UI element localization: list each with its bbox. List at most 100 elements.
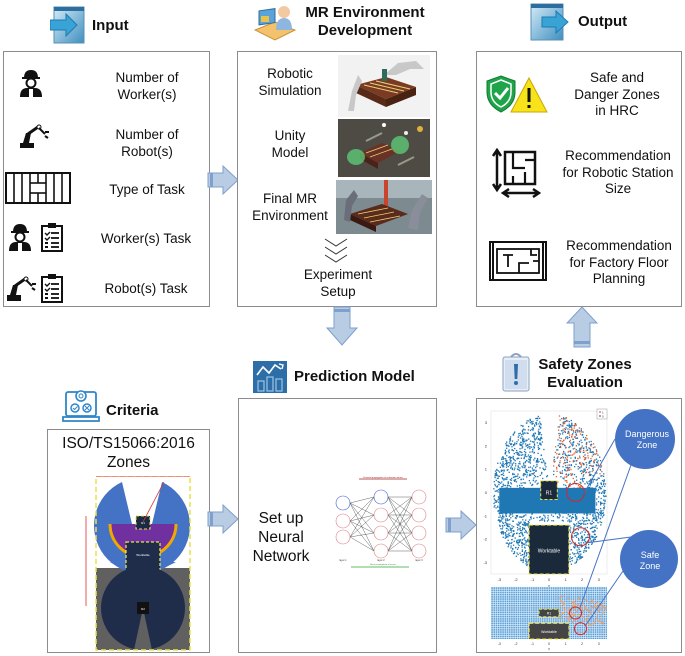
- mr-title-line1: MR Environment: [305, 4, 425, 21]
- nn-connection: [349, 514, 375, 522]
- input-item-workers-line2: Worker(s): [117, 86, 177, 102]
- output-item-0-line3: in HRC: [595, 103, 639, 118]
- forward-propagation-label: Forward propagation of activation values: [363, 476, 403, 479]
- prediction-label-line1: Set up: [258, 510, 304, 527]
- plot1-xtick: -3: [498, 577, 502, 582]
- nn-node: [411, 489, 427, 505]
- plot2-xtick: -3: [498, 642, 501, 646]
- mr-environment-panel: Robotic Simulation Unity Model Final MR …: [237, 51, 437, 307]
- dangerous-zone-line1: Dangerous: [624, 429, 670, 439]
- input-item-task-type: Type of Task: [109, 182, 185, 197]
- unity-model-image: [338, 119, 430, 177]
- mr-item-2-line2: Environment: [252, 207, 328, 223]
- output-item-1-line1: Recommendation: [565, 148, 671, 163]
- robotic-simulation-image: [338, 55, 430, 117]
- nn-layer3-label: layer 3: [415, 559, 423, 562]
- arrow-right-icon: [207, 504, 239, 534]
- nn-node: [411, 525, 427, 541]
- evaluation-title-line2: Evaluation: [547, 374, 623, 391]
- laptop-gear-icon: [62, 386, 100, 424]
- criteria-heading-line1: ISO/TS15066:2016: [62, 435, 195, 452]
- plot2-robot-label: R1: [547, 612, 552, 616]
- iso-zones-diagram: Worktable R1 R2: [66, 476, 196, 651]
- nn-node: [373, 507, 389, 523]
- plot1-ytick: -2: [483, 537, 487, 542]
- worktable-label: Worktable: [136, 553, 150, 557]
- mr-environment-title: MR Environment Development: [300, 4, 430, 40]
- input-item-robots-line1: Number of: [115, 127, 179, 142]
- plot2-xtick: 0: [548, 642, 550, 646]
- criteria-heading: ISO/TS15066:2016 Zones: [48, 434, 209, 472]
- clipboard-alert-icon: [501, 351, 531, 393]
- mr-experiment-setup: Experiment Setup: [278, 267, 398, 300]
- input-item-robot-task: Robot(s) Task: [104, 281, 188, 296]
- station-size-icon: [491, 148, 541, 198]
- output-item-zones: Safe and Danger Zones in HRC: [557, 70, 677, 120]
- plot2-worktable-label: Worktable: [541, 630, 557, 634]
- output-title: Output: [578, 13, 628, 30]
- r2-label: R2: [141, 607, 145, 611]
- r1-label: R1: [141, 521, 145, 525]
- prediction-label: Set up Neural Network: [241, 509, 321, 566]
- nn-connection: [349, 496, 375, 504]
- nn-node: [411, 507, 427, 523]
- shield-warning-icon: [483, 74, 549, 114]
- nn-connection: [349, 496, 375, 522]
- plot1-ytick: 0: [485, 490, 488, 495]
- arrow-right-icon: [207, 165, 239, 195]
- plot1-ytick: -1: [483, 513, 487, 518]
- input-panel: Number of Worker(s) Number of Robot(s) T…: [3, 51, 210, 307]
- evaluation-title-line1: Safety Zones: [538, 356, 632, 373]
- output-item-2-line1: Recommendation: [566, 238, 672, 253]
- plot1-legend-marker: [599, 411, 601, 413]
- mr-item-2-line1: Final MR: [262, 191, 317, 206]
- nn-connection: [349, 496, 375, 538]
- output-arrow-icon: [530, 3, 574, 41]
- arrow-up-icon: [566, 306, 598, 348]
- input-item-workers-line1: Number of: [115, 70, 179, 85]
- dangerous-zone-label: Dangerous Zone: [619, 429, 675, 451]
- output-item-1-line3: Size: [604, 181, 632, 196]
- plot1-worktable-label: Worktable: [538, 549, 561, 555]
- chevrons-down-icon: [322, 237, 350, 265]
- plot2-xtick: 1: [565, 642, 567, 646]
- mr-title-line2: Development: [317, 22, 413, 39]
- output-item-station-size: Recommendation for Robotic Station Size: [555, 148, 681, 198]
- mr-item-robotic-simulation: Robotic Simulation: [242, 66, 338, 99]
- plot1-xtick: 0: [548, 577, 551, 582]
- evaluation-panel: R1 Worktable -3 -2 -1 0 1 2 3 3 2 1 0 -1 -2 -3 x 1 0 R1 Work…: [476, 398, 682, 653]
- developer-computer-icon: [251, 4, 297, 42]
- input-item-robots: Number of Robot(s): [92, 127, 202, 160]
- mr-item-1-line2: Model: [271, 144, 309, 160]
- output-item-0-line1: Safe and: [589, 70, 645, 85]
- plot1-xtick: -1: [531, 577, 535, 582]
- plot1-legend-marker: [599, 415, 601, 417]
- plot1-xtick: -2: [514, 577, 518, 582]
- worker-icon: [18, 68, 44, 98]
- neural-network-diagram: Forward propagation of activation values…: [321, 475, 436, 571]
- mr-item-0-line2: Simulation: [258, 82, 322, 98]
- prediction-label-line2: Neural: [258, 529, 304, 546]
- mr-footer-line1: Experiment: [303, 267, 373, 282]
- nn-layer2-label: layer 2: [377, 559, 385, 562]
- prediction-label-line3: Network: [252, 548, 310, 565]
- plot1-robot-label: R1: [546, 491, 553, 497]
- plot2-xtick: -2: [514, 642, 517, 646]
- mr-item-unity-model: Unity Model: [242, 128, 338, 161]
- criteria-heading-line2: Zones: [106, 454, 151, 471]
- plot2-xtick: -1: [531, 642, 534, 646]
- nn-connection: [349, 520, 375, 552]
- input-arrow-icon: [50, 6, 86, 44]
- arrow-right-icon: [445, 510, 477, 540]
- nn-node: [335, 495, 351, 511]
- mr-item-0-line1: Robotic: [267, 66, 313, 81]
- output-panel: Safe and Danger Zones in HRC Recommendat…: [476, 51, 682, 307]
- nn-node: [373, 525, 389, 541]
- nn-node: [373, 543, 389, 559]
- nn-node: [373, 489, 389, 505]
- robot-arm-icon: [18, 124, 52, 150]
- output-item-1-line2: for Robotic Station: [562, 164, 674, 180]
- task-grid-icon: [5, 172, 71, 204]
- input-item-robots-line2: Robot(s): [121, 143, 173, 159]
- arrow-down-icon: [326, 306, 358, 346]
